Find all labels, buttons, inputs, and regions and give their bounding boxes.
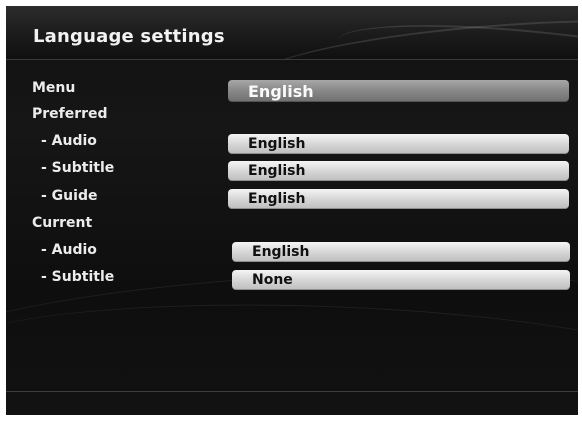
menu-language-select[interactable]: English [228, 80, 569, 102]
preferred-audio-value: English [248, 136, 306, 152]
current-label: Current [32, 215, 93, 231]
preferred-subtitle-label: - Subtitle [41, 160, 115, 176]
preferred-guide-select[interactable]: English [228, 189, 569, 209]
page-title: Language settings [33, 26, 225, 47]
preferred-subtitle-select[interactable]: English [228, 161, 569, 181]
menu-label: Menu [32, 80, 76, 96]
menu-language-value: English [248, 82, 314, 101]
current-audio-select[interactable]: English [232, 242, 570, 262]
current-audio-value: English [252, 244, 310, 260]
preferred-guide-label: - Guide [41, 188, 98, 204]
current-subtitle-select[interactable]: None [232, 270, 570, 290]
preferred-subtitle-value: English [248, 163, 306, 179]
current-subtitle-value: None [252, 272, 293, 288]
header-swoosh [333, 10, 578, 59]
header-bar: Language settings [6, 6, 578, 60]
current-audio-label: - Audio [41, 242, 97, 258]
footer-divider [6, 391, 578, 392]
language-settings-screen: Language settings Menu English Preferred… [6, 6, 578, 415]
preferred-audio-select[interactable]: English [228, 134, 569, 154]
preferred-audio-label: - Audio [41, 133, 97, 149]
preferred-label: Preferred [32, 106, 108, 122]
current-subtitle-label: - Subtitle [41, 269, 115, 285]
preferred-guide-value: English [248, 191, 306, 207]
